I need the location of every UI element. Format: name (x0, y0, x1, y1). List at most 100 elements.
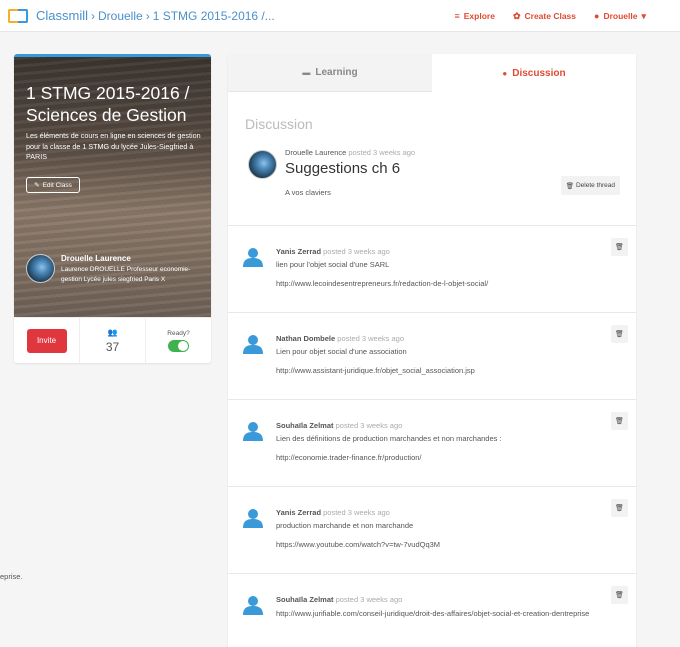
reply-link[interactable]: http://economie.trader-finance.fr/produc… (276, 452, 606, 463)
edit-class-label: Edit Class (42, 181, 72, 189)
thread-title: Suggestions ch 6 (285, 160, 401, 177)
teacher-avatar[interactable] (26, 254, 55, 283)
reply-meta: Nathan Dombele posted 3 weeks ago (276, 334, 404, 343)
breadcrumb-separator: › (91, 8, 95, 23)
panel-tabs: ▬ Learning ● Discussion (228, 54, 636, 92)
reply-text: Lien pour objet social d'une association (276, 347, 407, 356)
thread-header: Discussion Drouelle Laurence posted 3 we… (228, 92, 636, 226)
trash-icon: 🗑 (615, 592, 624, 599)
class-title: 1 STMG 2015-2016 / Sciences de Gestion (26, 83, 190, 125)
reply-author[interactable]: Yanis Zerrad (276, 508, 321, 517)
reply-text: Lien des définitions de production march… (276, 434, 502, 443)
breadcrumb-class[interactable]: 1 STMG 2015-2016 /... (153, 9, 275, 23)
explore-label: Explore (463, 11, 495, 21)
reply-item: Souhaïla Zelmat posted 3 weeks ago http:… (228, 574, 636, 647)
breadcrumb: Classmill › Drouelle › 1 STMG 2015-2016 … (36, 8, 275, 23)
trash-icon: 🗑 (615, 244, 624, 251)
delete-reply-button[interactable]: 🗑 (611, 325, 628, 343)
user-avatar-icon[interactable] (242, 507, 264, 529)
invite-cell: Invite (14, 318, 80, 363)
create-class-link[interactable]: ✿ Create Class (513, 11, 576, 22)
reply-posted: posted 3 weeks ago (335, 421, 403, 430)
delete-reply-button[interactable]: 🗑 (611, 238, 628, 256)
explore-link[interactable]: ≡ Explore (455, 11, 495, 21)
tab-learning-label: Learning (315, 67, 358, 78)
members-count: 37 (105, 339, 120, 354)
edit-class-button[interactable]: ✎ Edit Class (26, 177, 80, 193)
members-cell[interactable]: 👥 37 (80, 318, 146, 363)
reply-author[interactable]: Nathan Dombele (276, 334, 335, 343)
thread-meta: Drouelle Laurence posted 3 weeks ago (285, 148, 415, 157)
reply-posted: posted 3 weeks ago (337, 334, 404, 343)
invite-button[interactable]: Invite (26, 328, 67, 353)
class-card-footer: Invite 👥 37 Ready? (14, 317, 211, 363)
reply-meta: Yanis Zerrad posted 3 weeks ago (276, 508, 390, 517)
ready-toggle[interactable] (168, 339, 189, 352)
user-menu[interactable]: ● Drouelle ▾ (594, 11, 646, 22)
reply-posted: posted 3 weeks ago (323, 508, 390, 517)
delete-thread-label: Delete thread (575, 182, 615, 189)
teacher-name[interactable]: Drouelle Laurence (61, 254, 201, 263)
thread-author-avatar[interactable] (248, 150, 277, 179)
reply-meta: Souhaïla Zelmat posted 3 weeks ago (276, 595, 402, 604)
delete-reply-button[interactable]: 🗑 (611, 586, 628, 604)
reply-meta: Souhaïla Zelmat posted 3 weeks ago (276, 421, 402, 430)
user-menu-label: Drouelle (603, 11, 638, 21)
section-title: Discussion (245, 116, 313, 132)
content-panel: ▬ Learning ● Discussion Discussion Droue… (228, 54, 636, 647)
brand-link[interactable]: Classmill (36, 8, 88, 23)
tab-discussion-label: Discussion (512, 67, 566, 79)
gear-icon: ✿ (512, 10, 521, 21)
classmill-logo-icon[interactable] (8, 7, 30, 25)
reply-meta: Yanis Zerrad posted 3 weeks ago (276, 247, 390, 256)
reply-item: Souhaïla Zelmat posted 3 weeks ago Lien … (228, 400, 636, 487)
list-icon: ≡ (454, 11, 460, 21)
delete-reply-button[interactable]: 🗑 (611, 412, 628, 430)
reply-text: production marchande et non marchande (276, 521, 414, 530)
reply-posted: posted 3 weeks ago (335, 595, 403, 604)
clipped-text: eprise. (0, 572, 23, 581)
teacher-bio: Laurence DROUELLE Professeur economie-ge… (61, 266, 191, 283)
reply-link[interactable]: http://www.lecoindesentrepreneurs.fr/red… (276, 278, 606, 289)
reply-link[interactable]: http://www.assistant-juridique.fr/objet_… (276, 365, 606, 376)
reply-author[interactable]: Yanis Zerrad (276, 247, 321, 256)
class-hero: 1 STMG 2015-2016 / Sciences de Gestion L… (14, 54, 211, 317)
class-description: Les éléments de cours en ligne en scienc… (26, 131, 201, 161)
top-nav-links: ≡ Explore ✿ Create Class ● Drouelle ▾ (455, 0, 647, 32)
delete-thread-button[interactable]: 🗑 Delete thread (560, 176, 620, 195)
reply-author[interactable]: Souhaïla Zelmat (276, 595, 334, 604)
user-avatar-icon[interactable] (242, 246, 264, 268)
chevron-down-icon: ▾ (641, 10, 646, 21)
top-navbar: Classmill › Drouelle › 1 STMG 2015-2016 … (0, 0, 680, 32)
ready-label: Ready? (167, 329, 190, 337)
user-avatar-icon[interactable] (242, 420, 264, 442)
reply-text: lien pour l'objet social d'une SARL (276, 260, 390, 269)
reply-item: Nathan Dombele posted 3 weeks ago Lien p… (228, 313, 636, 400)
ready-cell: Ready? (146, 318, 211, 363)
trash-icon: 🗑 (615, 331, 624, 338)
delete-reply-button[interactable]: 🗑 (611, 499, 628, 517)
book-icon: ▬ (302, 68, 311, 77)
user-avatar-icon[interactable] (242, 594, 264, 616)
create-class-label: Create Class (524, 11, 577, 21)
trash-icon: 🗑 (615, 418, 624, 425)
pencil-icon: ✎ (34, 182, 40, 189)
trash-icon: 🗑 (565, 182, 574, 190)
reply-item: Yanis Zerrad posted 3 weeks ago producti… (228, 487, 636, 574)
user-icon: ● (594, 11, 600, 21)
reply-author[interactable]: Souhaïla Zelmat (276, 421, 334, 430)
breadcrumb-separator: › (145, 8, 150, 23)
reply-posted: posted 3 weeks ago (323, 247, 390, 256)
tab-learning[interactable]: ▬ Learning (228, 54, 432, 92)
user-avatar-icon[interactable] (242, 333, 264, 355)
trash-icon: 🗑 (615, 505, 624, 512)
teacher-info: Drouelle Laurence Laurence DROUELLE Prof… (26, 254, 201, 284)
reply-text: http://www.jurifiable.com/conseil-juridi… (276, 609, 590, 618)
reply-link[interactable]: https://www.youtube.com/watch?v=tw-7vudQ… (276, 539, 606, 550)
breadcrumb-user[interactable]: Drouelle (98, 9, 143, 23)
thread-body: A vos claviers (285, 188, 331, 197)
tab-discussion[interactable]: ● Discussion (432, 54, 636, 92)
reply-item: Yanis Zerrad posted 3 weeks ago lien pou… (228, 226, 636, 313)
thread-posted: posted 3 weeks ago (348, 148, 416, 157)
thread-author[interactable]: Drouelle Laurence (285, 148, 346, 157)
